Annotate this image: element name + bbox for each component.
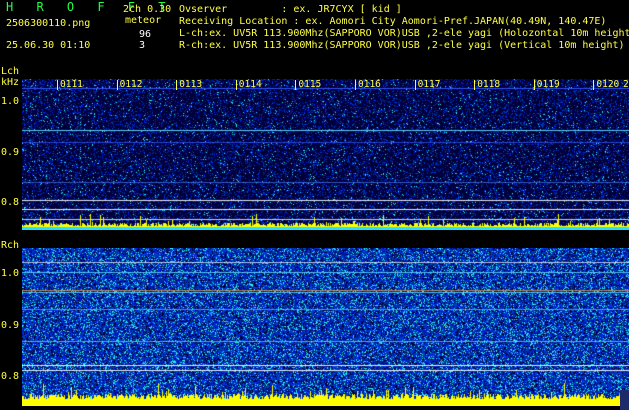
lch-unit-label: kHz [1, 77, 20, 88]
lch-ytick-0-9: 0.9 [1, 147, 20, 158]
lch-time-tick-mark [235, 80, 237, 90]
location-line: Receiving Location : ex. Aomori City Aom… [179, 16, 607, 27]
scroll-handle[interactable] [620, 390, 629, 410]
lch-time-tick: 0117 [417, 79, 441, 90]
lch-time-tick: 0113 [179, 79, 203, 90]
rch-spectrogram[interactable] [22, 248, 629, 406]
meteor-label: meteor [125, 15, 162, 26]
lch-ytick-1-0: 1.0 [1, 96, 20, 107]
lch-time-tick: 0112 [119, 79, 143, 90]
lch-time-tick-mark [295, 80, 297, 90]
lch-time-tick: 0111 [60, 79, 83, 90]
lch-time-tick-mark [176, 80, 178, 90]
lch-time-tick-mark [593, 80, 595, 90]
lch-ytick-0-8: 0.8 [1, 197, 20, 208]
lch-time-tick-mark [414, 80, 416, 90]
lch-time-tick: 0116 [358, 79, 381, 90]
rch-info-line: R-ch:ex. UV5R 113.900Mhz(SAPPORO VOR)USB… [179, 40, 625, 51]
rch-label: Rch [1, 240, 20, 251]
lch-time-tick-mark [116, 80, 118, 90]
lch-time-tick: 0114 [238, 79, 262, 90]
lch-info-line: L-ch:ex. UV5R 113.900Mhz(SAPPORO VOR)USB… [179, 28, 629, 39]
lch-time-tick-edge: 2 [623, 79, 629, 90]
lch-meteor-count: 96 [139, 29, 152, 40]
rch-meteor-count: 3 [139, 40, 146, 51]
lch-time-tick-mark [355, 80, 356, 90]
rch-ytick-0-8: 0.8 [1, 371, 20, 382]
lch-time-tick-mark [474, 80, 476, 90]
lch-time-tick-mark [57, 80, 58, 90]
lch-label: Lch [1, 66, 20, 77]
rch-ytick-1-0: 1.0 [1, 268, 20, 279]
channels-label: 2ch 0.30 [123, 4, 172, 15]
lch-spectrogram[interactable] [22, 79, 629, 230]
lch-time-tick: 0119 [536, 79, 560, 90]
lch-time-tick: 0115 [298, 79, 322, 90]
observer-line: Ovserver : ex. JR7CYX [ kid ] [179, 4, 402, 15]
lch-time-tick-mark [533, 80, 535, 90]
lch-time-tick: 0118 [477, 79, 501, 90]
rch-ytick-0-9: 0.9 [1, 320, 20, 331]
datetime-label: 25.06.30 01:10 [6, 40, 91, 51]
lch-time-tick: 0120 [596, 79, 620, 90]
filename-label: 2506300110.png [6, 18, 91, 29]
